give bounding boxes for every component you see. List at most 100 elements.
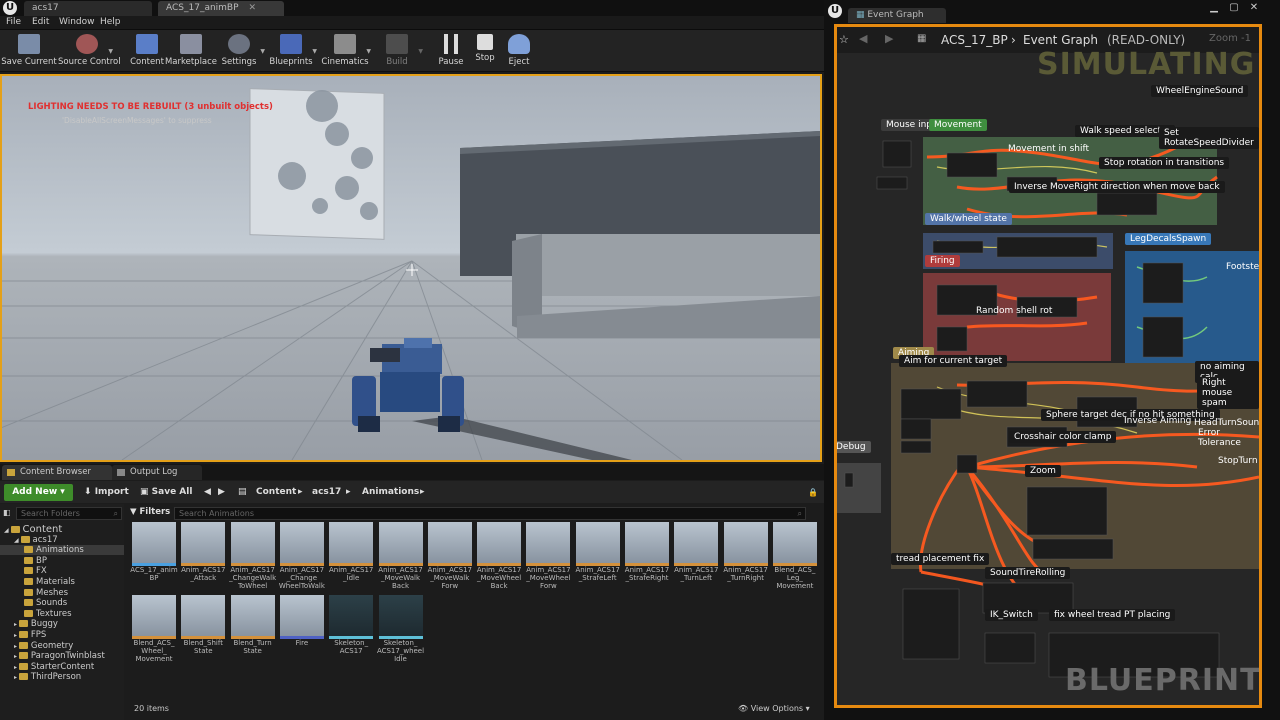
add-new-button[interactable]: Add New ▾ bbox=[4, 484, 73, 501]
comment-label[interactable]: Random shell rot bbox=[971, 305, 1057, 317]
comment-label[interactable]: Aim for current target bbox=[899, 355, 1008, 367]
folder-tree-item[interactable]: FX bbox=[24, 566, 124, 576]
folder-tree-item[interactable]: ▸ StarterContent bbox=[14, 662, 124, 672]
search-folders-input[interactable]: Search Folders ⌕ bbox=[16, 507, 122, 520]
cinematics-button[interactable]: Cinematics ▼ bbox=[316, 32, 374, 70]
folder-tree-item[interactable]: BP bbox=[24, 556, 124, 566]
expand-arrow-icon[interactable]: ◢ bbox=[14, 537, 21, 544]
maximize-icon[interactable]: ▢ bbox=[1228, 2, 1240, 14]
view-options-button[interactable]: 👁 View Options ▾ bbox=[738, 704, 810, 713]
tab-acs17[interactable]: acs17 bbox=[24, 1, 152, 16]
folder-tree-item[interactable]: ◢ Content bbox=[4, 524, 124, 535]
comment-label[interactable]: StopTurn bbox=[1213, 455, 1259, 467]
asset-tile[interactable]: Skeleton_ ACS17_wheel Idle bbox=[375, 595, 427, 663]
comment-label[interactable]: Walk/wheel state bbox=[925, 213, 1012, 225]
menu-edit[interactable]: Edit bbox=[32, 17, 49, 27]
asset-tile[interactable]: Anim_ACS17 _MoveWheel Back bbox=[473, 522, 525, 590]
comment-label[interactable]: Zoom bbox=[1025, 465, 1061, 477]
comment-label[interactable]: Stop rotation in transitions bbox=[1099, 157, 1230, 169]
folder-tree-item[interactable]: ▸ Geometry bbox=[14, 641, 124, 651]
comment-label[interactable]: Firing bbox=[925, 255, 960, 267]
folder-tree-item[interactable]: Materials bbox=[24, 577, 124, 587]
comment-label[interactable]: Debug bbox=[837, 441, 871, 453]
folder-tree-item[interactable]: ▸ Buggy bbox=[14, 619, 124, 629]
folder-icon bbox=[18, 641, 28, 649]
folder-tree-item[interactable]: Animations bbox=[0, 545, 124, 556]
folder-tree-item[interactable]: Sounds bbox=[24, 598, 124, 608]
close-icon[interactable]: ✕ bbox=[249, 3, 257, 13]
folder-tree-item[interactable]: ▸ ParagonTwinblast bbox=[14, 651, 124, 661]
minimize-icon[interactable]: ▁ bbox=[1208, 2, 1220, 14]
eject-button[interactable]: Eject bbox=[500, 32, 538, 70]
tab-animbp[interactable]: ACS_17_animBP ✕ bbox=[158, 1, 284, 16]
save-all-button[interactable]: ▣ Save All bbox=[140, 484, 192, 501]
build-button[interactable]: Build ▼ bbox=[368, 32, 426, 70]
folder-tree-item[interactable]: Textures bbox=[24, 609, 124, 619]
asset-tile[interactable]: Anim_ACS17 _ChangeWalk ToWheel bbox=[227, 522, 279, 590]
comment-label[interactable]: Set RotateSpeedDivider bbox=[1159, 127, 1259, 149]
asset-tile[interactable]: Anim_ACS17 _Attack bbox=[177, 522, 229, 582]
asset-tile[interactable]: Blend_Turn State bbox=[227, 595, 279, 655]
comment-label[interactable]: fix wheel tread PT placing bbox=[1049, 609, 1176, 621]
back-button[interactable]: ◀ bbox=[204, 484, 211, 501]
asset-tile[interactable]: Anim_ACS17 _StrafeLeft bbox=[572, 522, 624, 582]
comment-label[interactable]: Movement in shift bbox=[1003, 143, 1094, 155]
forward-button[interactable]: ▶ bbox=[218, 484, 225, 501]
search-assets-input[interactable]: Search Animations ⌕ bbox=[174, 507, 806, 520]
asset-tile[interactable]: Anim_ACS17 _Idle bbox=[325, 522, 377, 582]
lock-icon[interactable]: 🔒 bbox=[808, 484, 818, 501]
asset-tile[interactable]: ACS_17_anim BP bbox=[128, 522, 180, 582]
collapse-panel-icon[interactable]: ◧ bbox=[3, 508, 11, 517]
breadcrumb-animations[interactable]: Animations bbox=[362, 484, 419, 501]
asset-tile[interactable]: Anim_ACS17 _TurnRight bbox=[720, 522, 772, 582]
save-current-button[interactable]: Save Current bbox=[0, 32, 58, 70]
comment-label[interactable]: Right mouse spam bbox=[1197, 377, 1259, 409]
tab-output-log[interactable]: Output Log bbox=[112, 465, 202, 480]
asset-tile[interactable]: Skeleton_ ACS17 bbox=[325, 595, 377, 655]
comment-label[interactable]: tread placement fix bbox=[891, 553, 990, 565]
chevron-down-icon: ▼ bbox=[418, 48, 423, 55]
graph-canvas[interactable]: ☆ ◀ ▶ ▦ ACS_17_BP › Event Graph (READ-ON… bbox=[834, 24, 1262, 708]
tab-content-browser[interactable]: Content Browser bbox=[2, 465, 112, 480]
comment-label[interactable]: LegDecalsSpawn bbox=[1125, 233, 1212, 245]
asset-tile[interactable]: Anim_ACS17 _MoveWalk Forw bbox=[424, 522, 476, 590]
comment-label[interactable]: WheelEngineSound bbox=[1151, 85, 1249, 97]
settings-button[interactable]: Settings ▼ bbox=[210, 32, 268, 70]
asset-tile[interactable]: Anim_ACS17 _MoveWalk Back bbox=[375, 522, 427, 590]
stop-button[interactable]: Stop bbox=[466, 32, 504, 70]
pause-button[interactable]: Pause bbox=[432, 32, 470, 70]
asset-tile[interactable]: Fire bbox=[276, 595, 328, 647]
folder-tree-item[interactable]: ▸ ThirdPerson bbox=[14, 672, 124, 682]
menu-window[interactable]: Window bbox=[59, 17, 95, 27]
expand-arrow-icon[interactable]: ◢ bbox=[4, 527, 11, 534]
comment-label[interactable]: Footsteps bbox=[1221, 261, 1259, 273]
folder-tree-item[interactable]: Meshes bbox=[24, 588, 124, 598]
import-button[interactable]: ⬇ Import bbox=[84, 484, 129, 501]
menu-help[interactable]: Help bbox=[100, 17, 121, 27]
asset-tile[interactable]: Blend_Shift State bbox=[177, 595, 229, 655]
menu-file[interactable]: File bbox=[6, 17, 21, 27]
tab-event-graph[interactable]: ▦ Event Graph bbox=[848, 8, 946, 23]
asset-tile[interactable]: Anim_ACS17 _TurnLeft bbox=[670, 522, 722, 582]
filters-button[interactable]: ▼ Filters bbox=[130, 507, 170, 517]
comment-label[interactable]: SoundTireRolling bbox=[985, 567, 1071, 579]
comment-label[interactable]: Inverse MoveRight direction when move ba… bbox=[1009, 181, 1225, 193]
breadcrumb-acs17[interactable]: acs17 bbox=[312, 484, 341, 501]
comment-label[interactable]: IK_Switch bbox=[985, 609, 1038, 621]
level-viewport[interactable]: LIGHTING NEEDS TO BE REBUILT (3 unbuilt … bbox=[0, 74, 822, 462]
asset-tile[interactable]: Anim_ACS17 _StrafeRight bbox=[621, 522, 673, 582]
breadcrumb-content[interactable]: Content bbox=[256, 484, 296, 501]
asset-tile[interactable]: Blend_ACS_ Wheel_ Movement bbox=[128, 595, 180, 663]
comment-label[interactable]: Error Tolerance bbox=[1193, 427, 1259, 449]
comment-label[interactable]: Crosshair color clamp bbox=[1009, 431, 1117, 443]
blueprints-button[interactable]: Blueprints ▼ bbox=[262, 32, 320, 70]
asset-tile[interactable]: Anim_ACS17 _Change WheelToWalk bbox=[276, 522, 328, 590]
asset-tile[interactable]: Blend_ACS_ Leg_ Movement bbox=[769, 522, 821, 590]
close-icon[interactable]: ✕ bbox=[1248, 2, 1260, 14]
comment-label[interactable]: Inverse Aiming bbox=[1119, 415, 1196, 427]
folder-tree-item[interactable]: ▸ FPS bbox=[14, 630, 124, 640]
folder-tree-item[interactable]: ◢ acs17 bbox=[14, 535, 124, 545]
asset-tile[interactable]: Anim_ACS17 _MoveWheel Forw bbox=[522, 522, 574, 590]
source-control-button[interactable]: Source Control ▼ bbox=[58, 32, 121, 70]
comment-label[interactable]: Movement bbox=[929, 119, 987, 131]
